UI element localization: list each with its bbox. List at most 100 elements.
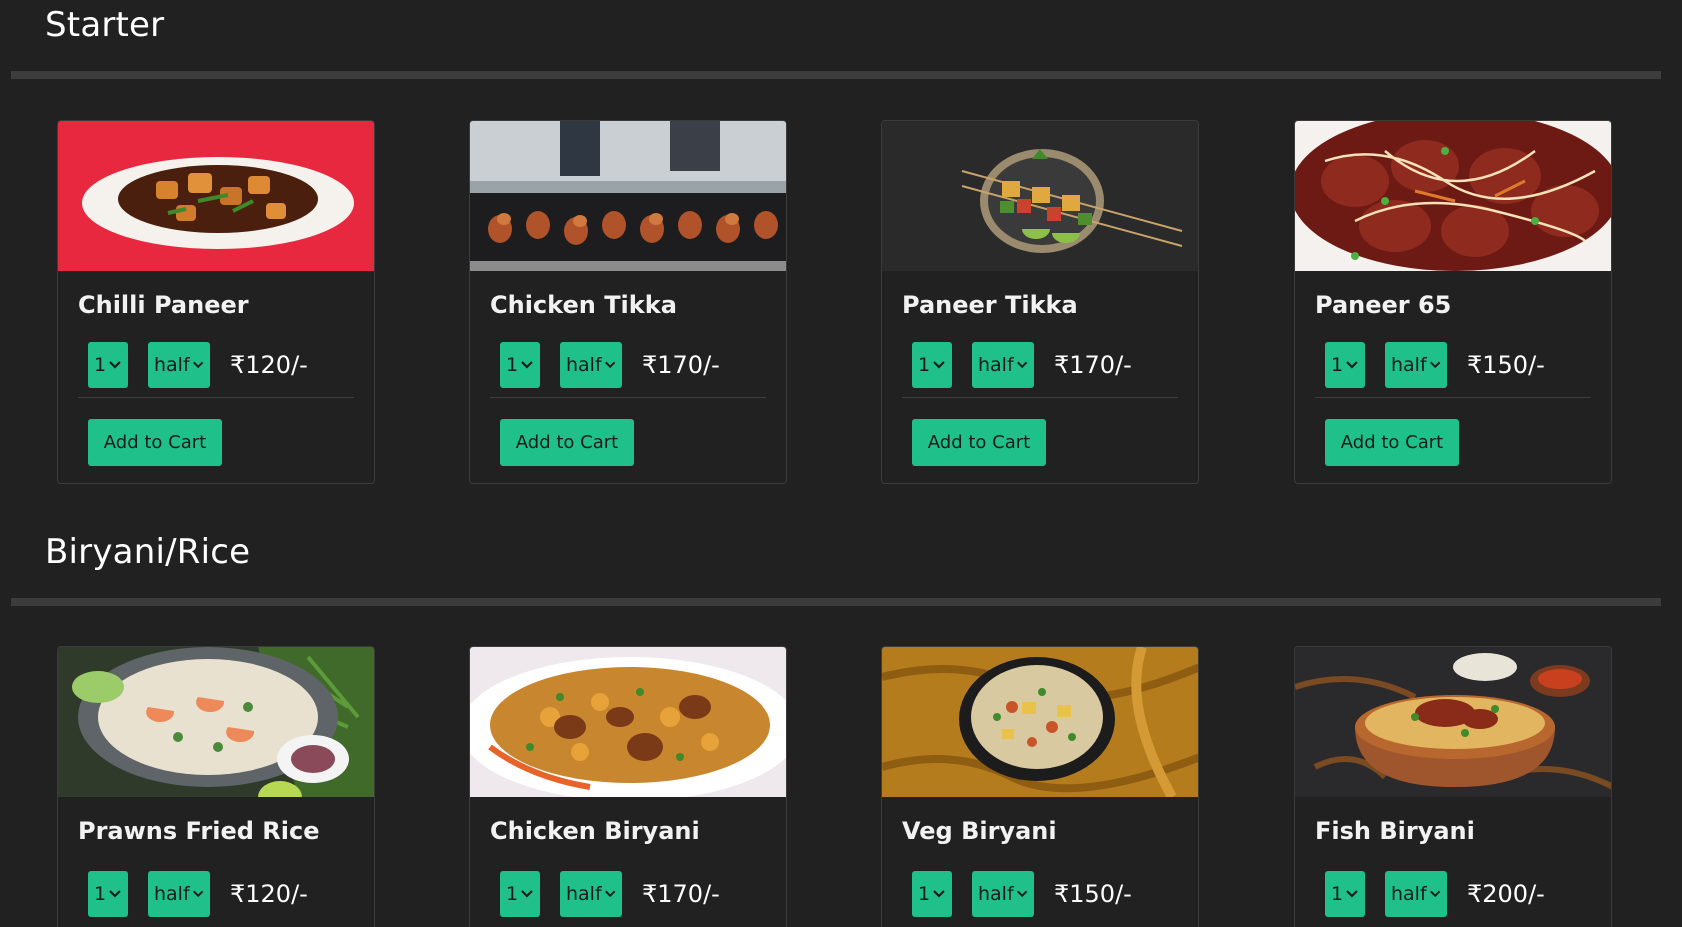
item-name: Chicken Biryani [490,817,700,845]
chevron-down-icon [1016,361,1027,369]
section-title-starter: Starter [45,5,165,45]
portion-value: half [154,883,190,905]
item-name: Prawns Fried Rice [78,817,320,845]
portion-value: half [978,354,1014,376]
item-controls: 1 half ₹150/- [912,870,1132,918]
quantity-value: 1 [918,883,931,905]
portion-select[interactable]: half [148,871,210,917]
item-name: Chicken Tikka [490,291,677,319]
card-divider [490,397,766,398]
quantity-value: 1 [506,354,519,376]
item-controls: 1 half ₹170/- [500,341,720,389]
item-name: Fish Biryani [1315,817,1475,845]
portion-select[interactable]: half [148,342,210,388]
item-price: ₹150/- [1467,351,1545,379]
quantity-select[interactable]: 1 [912,342,952,388]
chevron-down-icon [521,361,533,369]
item-price: ₹120/- [230,351,308,379]
chevron-down-icon [604,361,615,369]
add-to-cart-button[interactable]: Add to Cart [500,419,634,466]
chevron-down-icon [109,890,121,898]
menu-card-paneer-tikka: Paneer Tikka 1 half ₹170/- Add to Cart [881,120,1199,484]
add-to-cart-button[interactable]: Add to Cart [912,419,1046,466]
quantity-value: 1 [918,354,931,376]
quantity-select[interactable]: 1 [500,871,540,917]
item-price: ₹170/- [642,880,720,908]
card-divider [902,397,1178,398]
portion-value: half [1391,883,1427,905]
paneer-65-image [1295,121,1611,271]
item-price: ₹120/- [230,880,308,908]
item-name: Veg Biryani [902,817,1057,845]
portion-value: half [566,883,602,905]
chevron-down-icon [1346,361,1358,369]
item-controls: 1 half ₹120/- [88,870,308,918]
quantity-select[interactable]: 1 [1325,871,1365,917]
quantity-value: 1 [1331,883,1344,905]
fish-biryani-image [1295,647,1611,797]
menu-card-paneer-65: Paneer 65 1 half ₹150/- Add to Cart [1294,120,1612,484]
menu-page: Starter Chilli Paneer 1 half ₹120/- Add … [0,0,1682,927]
quantity-select[interactable]: 1 [88,871,128,917]
chevron-down-icon [1016,890,1027,898]
chicken-biryani-image [470,647,786,797]
chevron-down-icon [604,890,615,898]
section-divider [11,598,1661,606]
quantity-select[interactable]: 1 [88,342,128,388]
chicken-tikka-image [470,121,786,271]
menu-card-veg-biryani: Veg Biryani 1 half ₹150/- [881,646,1199,927]
item-controls: 1 half ₹170/- [500,870,720,918]
portion-value: half [566,354,602,376]
quantity-value: 1 [94,354,107,376]
quantity-value: 1 [94,883,107,905]
chevron-down-icon [1429,361,1440,369]
chevron-down-icon [933,890,945,898]
item-name: Paneer 65 [1315,291,1452,319]
chevron-down-icon [521,890,533,898]
paneer-tikka-image [882,121,1198,271]
chevron-down-icon [1429,890,1440,898]
menu-card-chicken-biryani: Chicken Biryani 1 half ₹170/- [469,646,787,927]
item-price: ₹170/- [642,351,720,379]
quantity-value: 1 [1331,354,1344,376]
chevron-down-icon [109,361,121,369]
portion-value: half [978,883,1014,905]
portion-select[interactable]: half [560,342,622,388]
portion-select[interactable]: half [972,342,1034,388]
chevron-down-icon [192,890,203,898]
card-divider [1315,397,1591,398]
menu-card-chilli-paneer: Chilli Paneer 1 half ₹120/- Add to Cart [57,120,375,484]
portion-select[interactable]: half [1385,871,1447,917]
section-divider [11,71,1661,79]
portion-select[interactable]: half [1385,342,1447,388]
section-title-biryani-rice: Biryani/Rice [45,532,251,572]
item-controls: 1 half ₹120/- [88,341,308,389]
quantity-select[interactable]: 1 [500,342,540,388]
chilli-paneer-image [58,121,374,271]
item-controls: 1 half ₹170/- [912,341,1132,389]
veg-biryani-image [882,647,1198,797]
item-price: ₹170/- [1054,351,1132,379]
quantity-select[interactable]: 1 [1325,342,1365,388]
item-price: ₹150/- [1054,880,1132,908]
portion-value: half [154,354,190,376]
chevron-down-icon [1346,890,1358,898]
portion-select[interactable]: half [972,871,1034,917]
chevron-down-icon [933,361,945,369]
menu-card-prawns-fried-rice: Prawns Fried Rice 1 half ₹120/- [57,646,375,927]
add-to-cart-button[interactable]: Add to Cart [88,419,222,466]
portion-select[interactable]: half [560,871,622,917]
chevron-down-icon [192,361,203,369]
add-to-cart-button[interactable]: Add to Cart [1325,419,1459,466]
item-name: Chilli Paneer [78,291,249,319]
card-divider [78,397,354,398]
quantity-select[interactable]: 1 [912,871,952,917]
item-price: ₹200/- [1467,880,1545,908]
item-controls: 1 half ₹200/- [1325,870,1545,918]
quantity-value: 1 [506,883,519,905]
menu-card-fish-biryani: Fish Biryani 1 half ₹200/- [1294,646,1612,927]
portion-value: half [1391,354,1427,376]
item-controls: 1 half ₹150/- [1325,341,1545,389]
menu-card-chicken-tikka: Chicken Tikka 1 half ₹170/- Add to Cart [469,120,787,484]
prawns-fried-rice-image [58,647,374,797]
